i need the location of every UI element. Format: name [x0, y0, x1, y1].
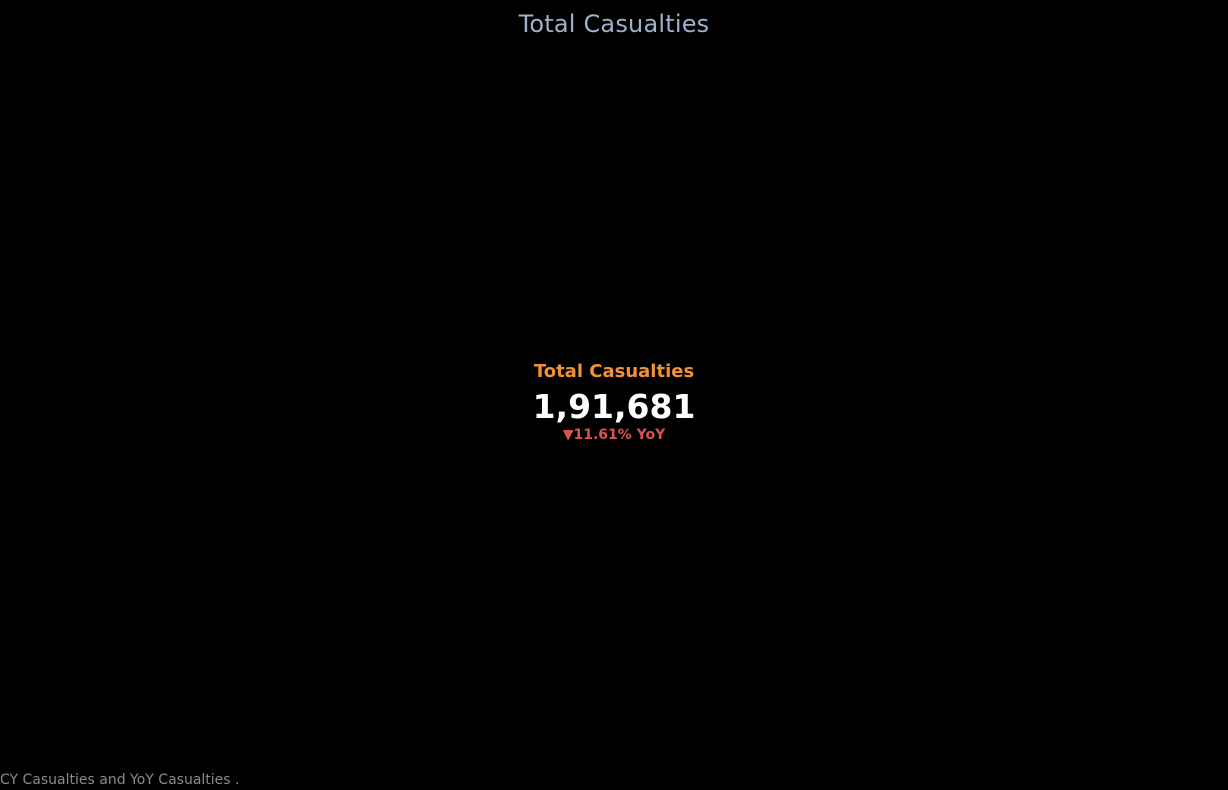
kpi-yoy-change: ▼11.61% YoY [0, 426, 1228, 444]
dashboard-sheet: Total Casualties Total Casualties 1,91,6… [0, 0, 1228, 790]
sheet-caption: CY Casualties and YoY Casualties . [0, 772, 240, 788]
down-arrow-icon: ▼ [562, 427, 574, 443]
kpi-value: 1,91,681 [532, 387, 696, 426]
kpi-card[interactable]: Total Casualties 1,91,681 ▼11.61% YoY [0, 360, 1228, 444]
sheet-title: Total Casualties [518, 10, 710, 38]
kpi-label: Total Casualties [533, 361, 695, 382]
kpi-yoy-text: 11.61% YoY [573, 427, 666, 443]
